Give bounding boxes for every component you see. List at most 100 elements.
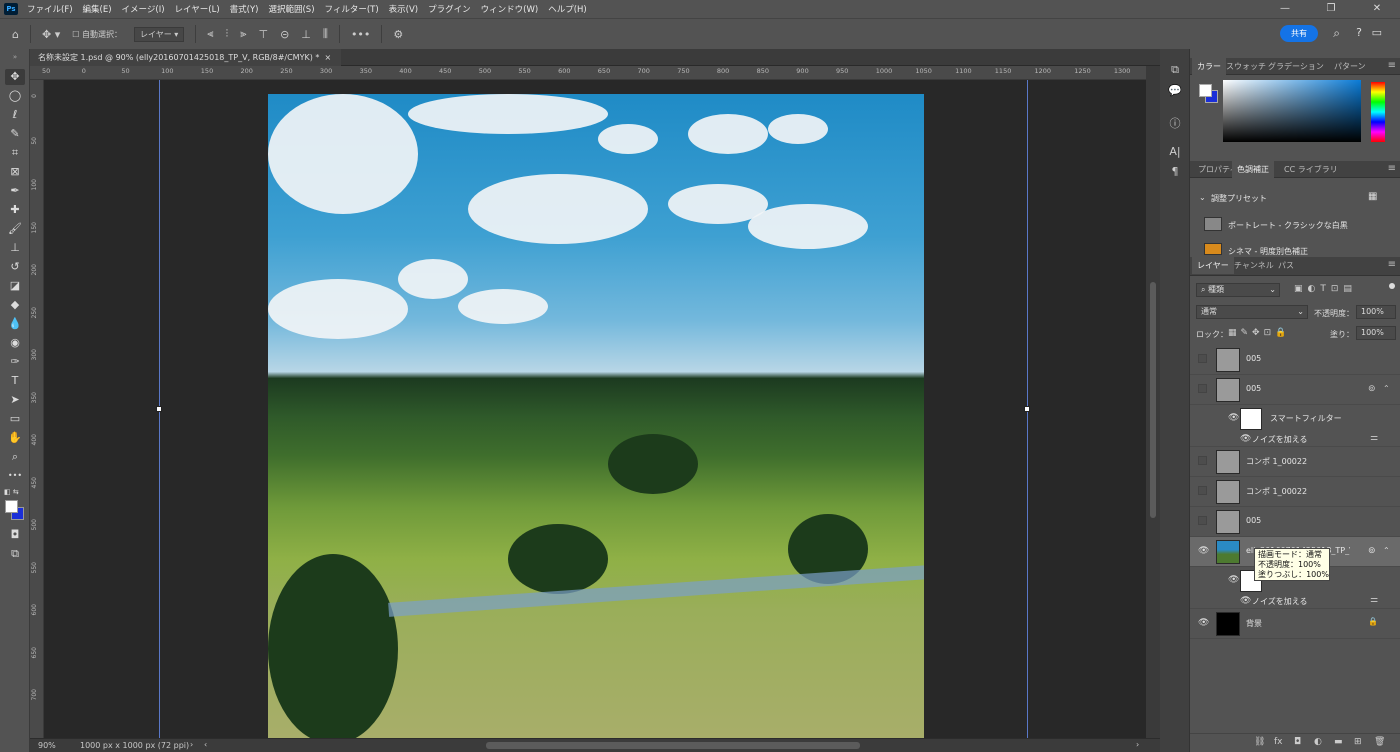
minimize-button[interactable]: — xyxy=(1262,0,1308,18)
clone-stamp-tool-icon[interactable]: ⊥ xyxy=(5,240,25,256)
search-icon[interactable]: ⌕ xyxy=(1333,26,1340,41)
layer-row[interactable]: コンポ 1_00022 xyxy=(1190,477,1400,507)
align-left-icon[interactable]: ⫷ xyxy=(207,27,213,41)
history-brush-tool-icon[interactable]: ↺ xyxy=(5,259,25,275)
eyedropper-tool-icon[interactable]: ✒ xyxy=(5,183,25,199)
quick-mask-icon[interactable]: ◘ xyxy=(5,527,25,543)
visibility-toggle[interactable] xyxy=(1198,486,1207,495)
chevron-right-icon[interactable]: › xyxy=(190,740,193,749)
chevron-down-icon[interactable]: ⌄ xyxy=(1199,193,1206,202)
align-middle-icon[interactable]: ⊝ xyxy=(280,28,289,41)
default-colors-icon[interactable]: ◧ ⇆ xyxy=(4,488,19,496)
align-bottom-icon[interactable]: ⊥ xyxy=(301,28,311,41)
lock-icons[interactable]: ▦✎✥⊡🔒 xyxy=(1228,328,1290,338)
eye-icon[interactable]: 👁 xyxy=(1228,575,1239,585)
panel-menu-icon[interactable]: ≡ xyxy=(1388,259,1396,270)
layer-row[interactable]: 005 xyxy=(1190,507,1400,537)
canvas-area[interactable] xyxy=(44,80,1146,738)
layer-filter-dropdown[interactable]: ⌕ 種類 ⌄ xyxy=(1196,283,1280,297)
panel-menu-icon[interactable]: ≡ xyxy=(1388,163,1396,174)
zoom-level[interactable]: 90% xyxy=(38,741,56,750)
layer-name[interactable]: コンポ 1_00022 xyxy=(1246,486,1307,497)
document-canvas[interactable] xyxy=(268,94,924,738)
lasso-tool-icon[interactable]: ℓ xyxy=(5,107,25,123)
share-button[interactable]: 共有 xyxy=(1280,25,1318,42)
visibility-toggle[interactable] xyxy=(1198,354,1207,363)
menu-file[interactable]: ファイル(F) xyxy=(22,3,78,15)
help-icon[interactable]: ? xyxy=(1356,26,1362,39)
marquee-tool-icon[interactable]: ◯ xyxy=(5,88,25,104)
layer-row[interactable]: 👁 スマートフィルター xyxy=(1190,405,1400,431)
panel-collapse-icon[interactable]: » xyxy=(5,49,25,65)
zoom-tool-icon[interactable]: ⌕ xyxy=(5,449,25,465)
layer-name[interactable]: ノイズを加える xyxy=(1252,596,1308,607)
menu-image[interactable]: イメージ(I) xyxy=(117,3,170,15)
edit-toolbar-icon[interactable]: ••• xyxy=(5,468,25,484)
home-icon[interactable]: ⌂ xyxy=(12,28,19,41)
layer-name[interactable]: スマートフィルター xyxy=(1270,413,1342,424)
align-right-icon[interactable]: ⫸ xyxy=(240,27,246,41)
menu-filter[interactable]: フィルター(T) xyxy=(320,3,384,15)
gear-icon[interactable]: ⚙ xyxy=(393,28,403,41)
tab-gradients[interactable]: グラデーション xyxy=(1268,58,1324,75)
layer-row[interactable]: 👁 ノイズを加える ⚌ xyxy=(1190,593,1400,609)
history-icon[interactable]: ⧉ xyxy=(1167,63,1183,79)
layer-row[interactable]: 👁 ノイズを加える ⚌ xyxy=(1190,431,1400,447)
eye-icon[interactable]: 👁 xyxy=(1228,413,1239,423)
layer-row[interactable]: 👁 背景 🔒 xyxy=(1190,609,1400,639)
info-icon[interactable]: ⓘ xyxy=(1167,115,1183,131)
eye-icon[interactable]: 👁 xyxy=(1198,546,1209,556)
move-tool-preset-icon[interactable]: ✥ ▾ xyxy=(42,28,60,41)
align-center-icon[interactable]: ⫶ xyxy=(226,27,229,41)
align-top-icon[interactable]: ⊤ xyxy=(258,28,268,41)
eye-icon[interactable]: 👁 xyxy=(1240,434,1251,444)
menu-view[interactable]: 表示(V) xyxy=(384,3,423,15)
healing-brush-tool-icon[interactable]: ✚ xyxy=(5,202,25,218)
layer-name[interactable]: 005 xyxy=(1246,516,1261,525)
layer-name[interactable]: 005 xyxy=(1246,354,1261,363)
layer-row[interactable]: 005 xyxy=(1190,345,1400,375)
paragraph-icon[interactable]: ¶ xyxy=(1167,165,1183,181)
close-tab-icon[interactable]: × xyxy=(324,53,331,62)
eye-icon[interactable]: 👁 xyxy=(1198,618,1209,628)
tab-layers[interactable]: レイヤー xyxy=(1192,257,1234,274)
auto-select-target-dropdown[interactable]: レイヤー ▾ xyxy=(133,26,185,42)
menu-edit[interactable]: 編集(E) xyxy=(78,3,117,15)
visibility-toggle[interactable] xyxy=(1198,384,1207,393)
color-spectrum-field[interactable] xyxy=(1223,80,1361,142)
menu-plugins[interactable]: プラグイン xyxy=(423,3,476,15)
layer-name[interactable]: ノイズを加える xyxy=(1252,434,1308,445)
dodge-tool-icon[interactable]: ◉ xyxy=(5,335,25,351)
pen-tool-icon[interactable]: ✑ xyxy=(5,354,25,370)
scrollbar-thumb[interactable] xyxy=(1150,282,1156,518)
layer-name[interactable]: コンポ 1_00022 xyxy=(1246,456,1307,467)
path-select-tool-icon[interactable]: ➤ xyxy=(5,392,25,408)
filter-options-icon[interactable]: ⚌ xyxy=(1370,595,1378,605)
add-mask-icon[interactable]: ◘ xyxy=(1294,737,1301,747)
crop-tool-icon[interactable]: ⌗ xyxy=(5,145,25,161)
delete-layer-icon[interactable]: 🗑 xyxy=(1374,737,1385,747)
paint-bucket-tool-icon[interactable]: ◆ xyxy=(5,297,25,313)
chevron-left-icon[interactable]: ‹ xyxy=(204,740,207,749)
tab-cc-libraries[interactable]: CC ライブラリ xyxy=(1284,161,1338,178)
layer-filter-icons[interactable]: ▣◐T⊡▤ xyxy=(1294,284,1357,294)
quick-select-tool-icon[interactable]: ✎ xyxy=(5,126,25,142)
visibility-toggle[interactable] xyxy=(1198,456,1207,465)
screen-mode-icon[interactable]: ⧉ xyxy=(5,546,25,562)
rectangle-tool-icon[interactable]: ▭ xyxy=(5,411,25,427)
type-tool-icon[interactable]: T xyxy=(5,373,25,389)
menu-type[interactable]: 書式(Y) xyxy=(225,3,264,15)
layer-name[interactable]: 背景 xyxy=(1246,618,1262,629)
comments-icon[interactable]: 💬 xyxy=(1167,84,1183,100)
link-layers-icon[interactable]: ⛓ xyxy=(1254,737,1265,747)
preset-item[interactable]: シネマ - 明度別色補正 xyxy=(1228,246,1308,255)
menu-window[interactable]: ウィンドウ(W) xyxy=(476,3,544,15)
panel-menu-icon[interactable]: ≡ xyxy=(1388,60,1396,71)
layer-row[interactable]: コンポ 1_00022 xyxy=(1190,447,1400,477)
tab-paths[interactable]: パス xyxy=(1278,257,1294,274)
menu-layer[interactable]: レイヤー(L) xyxy=(170,3,225,15)
visibility-toggle[interactable] xyxy=(1198,516,1207,525)
new-group-icon[interactable]: ▬ xyxy=(1334,737,1343,747)
layer-style-icon[interactable]: fx xyxy=(1274,737,1283,747)
restore-button[interactable]: ❐ xyxy=(1308,0,1354,18)
